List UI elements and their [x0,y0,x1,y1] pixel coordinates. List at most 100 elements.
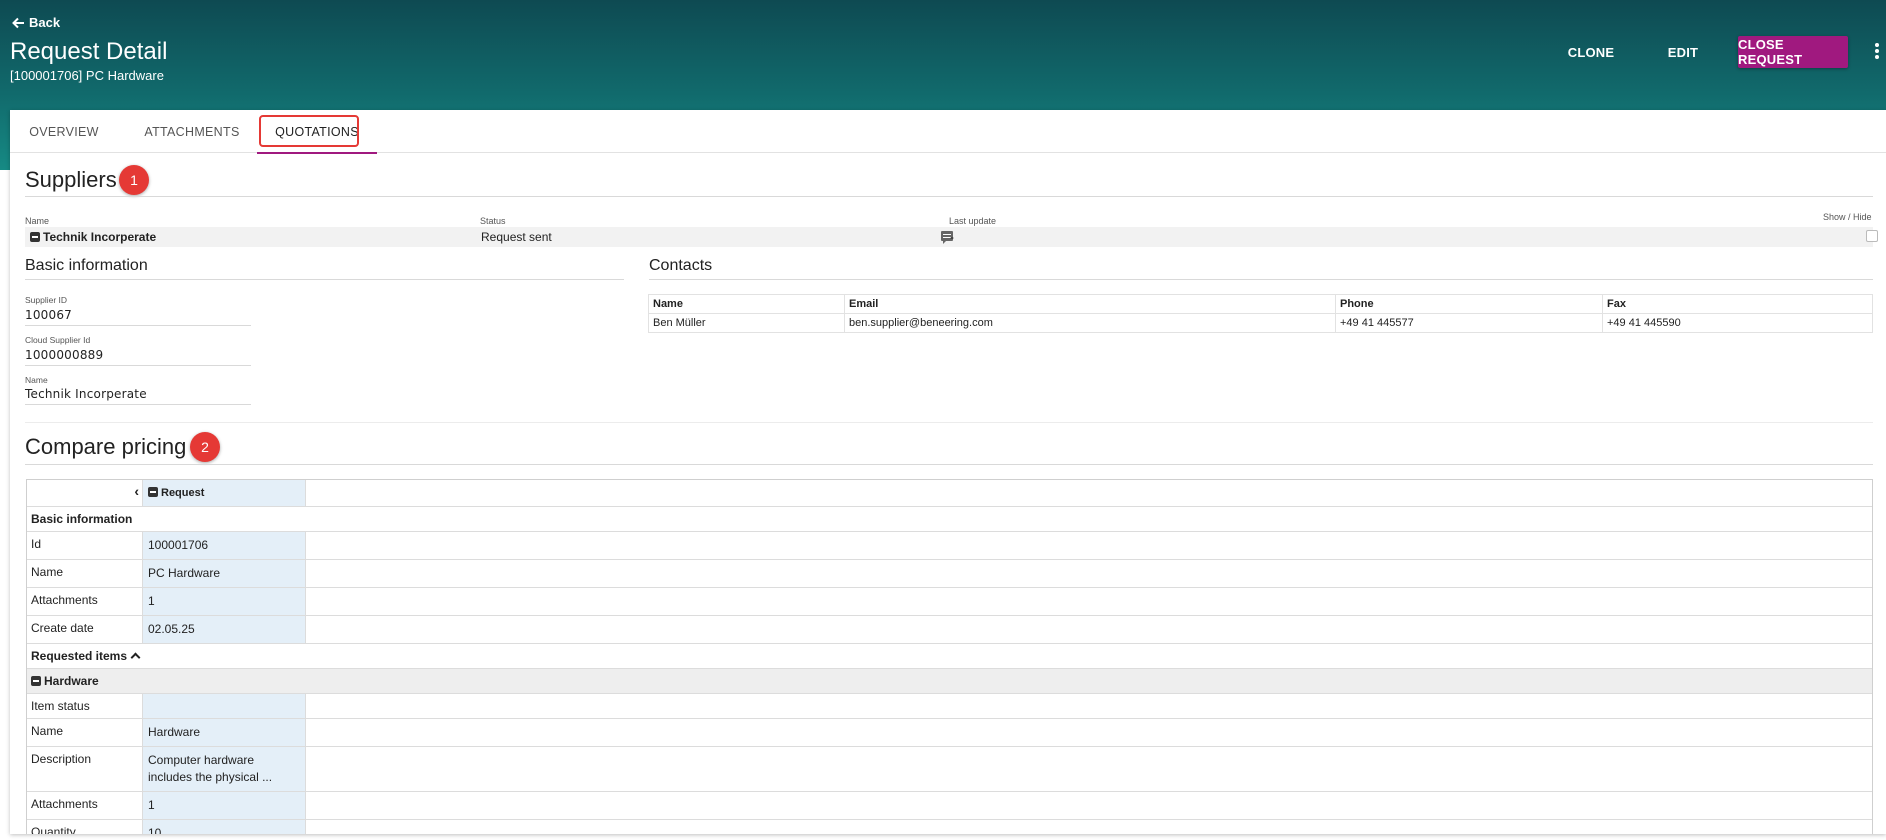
row-label: Name [27,560,143,587]
tab-overview[interactable]: OVERVIEW [22,110,106,153]
basic-info-group-row: Basic information [27,506,1872,531]
chevron-up-icon[interactable] [130,652,141,663]
table-row: Name Hardware [27,718,1872,746]
collapse-columns-cell: ‹ [27,480,143,506]
hardware-group-label: Hardware [44,674,99,688]
supplier-status: Request sent [481,230,552,244]
col-header-show-hide: Show / Hide [1823,212,1872,222]
supplier-last-update: - [950,230,954,244]
compare-pricing-title: Compare pricing [25,434,187,459]
back-label: Back [29,15,61,30]
compare-header-row: ‹ Request [27,480,1872,506]
empty-cell [306,560,1872,587]
tab-quotations[interactable]: QUOTATIONS [257,110,377,154]
arrow-left-icon [12,17,24,28]
table-row: Id 100001706 [27,531,1872,559]
col-header-name: Name [25,216,50,226]
empty-cell [306,616,1872,643]
page-title: Request Detail [10,38,168,65]
supplier-name-cell: Technik Incorperate [30,230,156,244]
row-value: 02.05.25 [143,616,306,643]
tab-bar: OVERVIEW ATTACHMENTS QUOTATIONS [10,110,1886,154]
row-label: Description [27,747,143,791]
table-row: Name PC Hardware [27,559,1872,587]
tab-attachments[interactable]: ATTACHMENTS [130,110,254,153]
requested-items-label: Requested items [31,649,128,663]
suppliers-divider [25,196,1873,197]
cloud-supplier-id-label: Cloud Supplier Id [25,335,91,345]
clone-button[interactable]: CLONE [1556,36,1626,68]
hardware-group-row[interactable]: Hardware [27,668,1872,693]
empty-cell [306,480,1872,506]
empty-cell [306,747,1872,791]
requested-items-row[interactable]: Requested items [27,643,1872,668]
empty-cell [306,792,1872,819]
row-value: 1 [143,588,306,615]
collapse-icon[interactable] [148,487,158,497]
contacts-divider [649,279,1873,280]
row-label: Id [27,532,143,559]
contact-email[interactable]: ben.supplier@beneering.com [844,313,1336,333]
suppliers-title: Suppliers [25,167,117,192]
table-row: Item status [27,693,1872,718]
table-row: Quantity 10 [27,819,1872,834]
row-value: 100001706 [143,532,306,559]
empty-cell [306,588,1872,615]
row-label: Name [27,719,143,746]
edit-button[interactable]: EDIT [1650,36,1716,68]
compare-pricing-table: ‹ Request Basic information Id 100001706… [26,479,1873,834]
row-label: Create date [27,616,143,643]
hardware-group-cell: Hardware [27,669,1872,693]
contact-name: Ben Müller [648,313,845,333]
basic-info-title: Basic information [25,257,148,274]
table-row: Attachments 1 [27,791,1872,819]
close-request-button[interactable]: CLOSE REQUEST [1738,36,1848,68]
supplier-name: Technik Incorperate [43,230,157,244]
supplier-id-value: 100067 [25,308,73,322]
field-underline [25,404,251,405]
cloud-supplier-id-value: 1000000889 [25,348,104,362]
empty-cell [306,820,1872,834]
table-row: Description Computer hardware includes t… [27,746,1872,791]
chevron-left-icon[interactable]: ‹ [134,483,139,499]
contacts-title: Contacts [649,257,713,274]
supplier-name-value: Technik Incorperate [25,387,147,401]
supplier-name-label: Name [25,375,48,385]
row-label: Attachments [27,792,143,819]
section-divider [25,422,1873,423]
basic-info-divider [25,279,624,280]
row-value: Computer hardware includes the physical … [143,747,306,791]
supplier-row[interactable]: Technik Incorperate Request sent - [25,227,1878,247]
page-subtitle: [100001706] PC Hardware [10,68,164,83]
collapse-icon[interactable] [30,232,40,242]
empty-cell [306,532,1872,559]
empty-cell [306,719,1872,746]
row-value: Hardware [143,719,306,746]
contacts-col-name: Name [648,294,845,314]
col-header-status: Status [480,216,506,226]
contacts-header-row: Name Email Phone Fax [648,294,1873,314]
step-badge-1: 1 [119,165,149,195]
empty-cell [306,694,1872,718]
compare-divider [25,464,1873,465]
supplier-id-label: Supplier ID [25,295,68,305]
table-row[interactable]: Ben Müller ben.supplier@beneering.com +4… [648,313,1873,333]
show-hide-checkbox[interactable] [1866,230,1878,242]
contact-fax: +49 41 445590 [1602,313,1873,333]
requested-items-cell: Requested items [27,644,1872,668]
row-label: Item status [27,694,143,718]
basic-info-group-label: Basic information [31,512,133,526]
request-column-label: Request [161,487,205,499]
content-card: OVERVIEW ATTACHMENTS QUOTATIONS Supplier… [10,110,1886,834]
back-button[interactable]: Back [11,15,60,30]
step-badge-2: 2 [190,432,220,462]
row-value: 10 [143,820,306,834]
table-row: Create date 02.05.25 [27,615,1872,643]
more-options-icon[interactable] [1873,43,1881,61]
request-column-header: Request [143,480,306,506]
collapse-icon[interactable] [31,676,41,686]
contacts-col-fax: Fax [1602,294,1873,314]
field-underline [25,325,251,326]
field-underline [25,365,251,366]
col-header-last-update: Last update [949,216,997,226]
